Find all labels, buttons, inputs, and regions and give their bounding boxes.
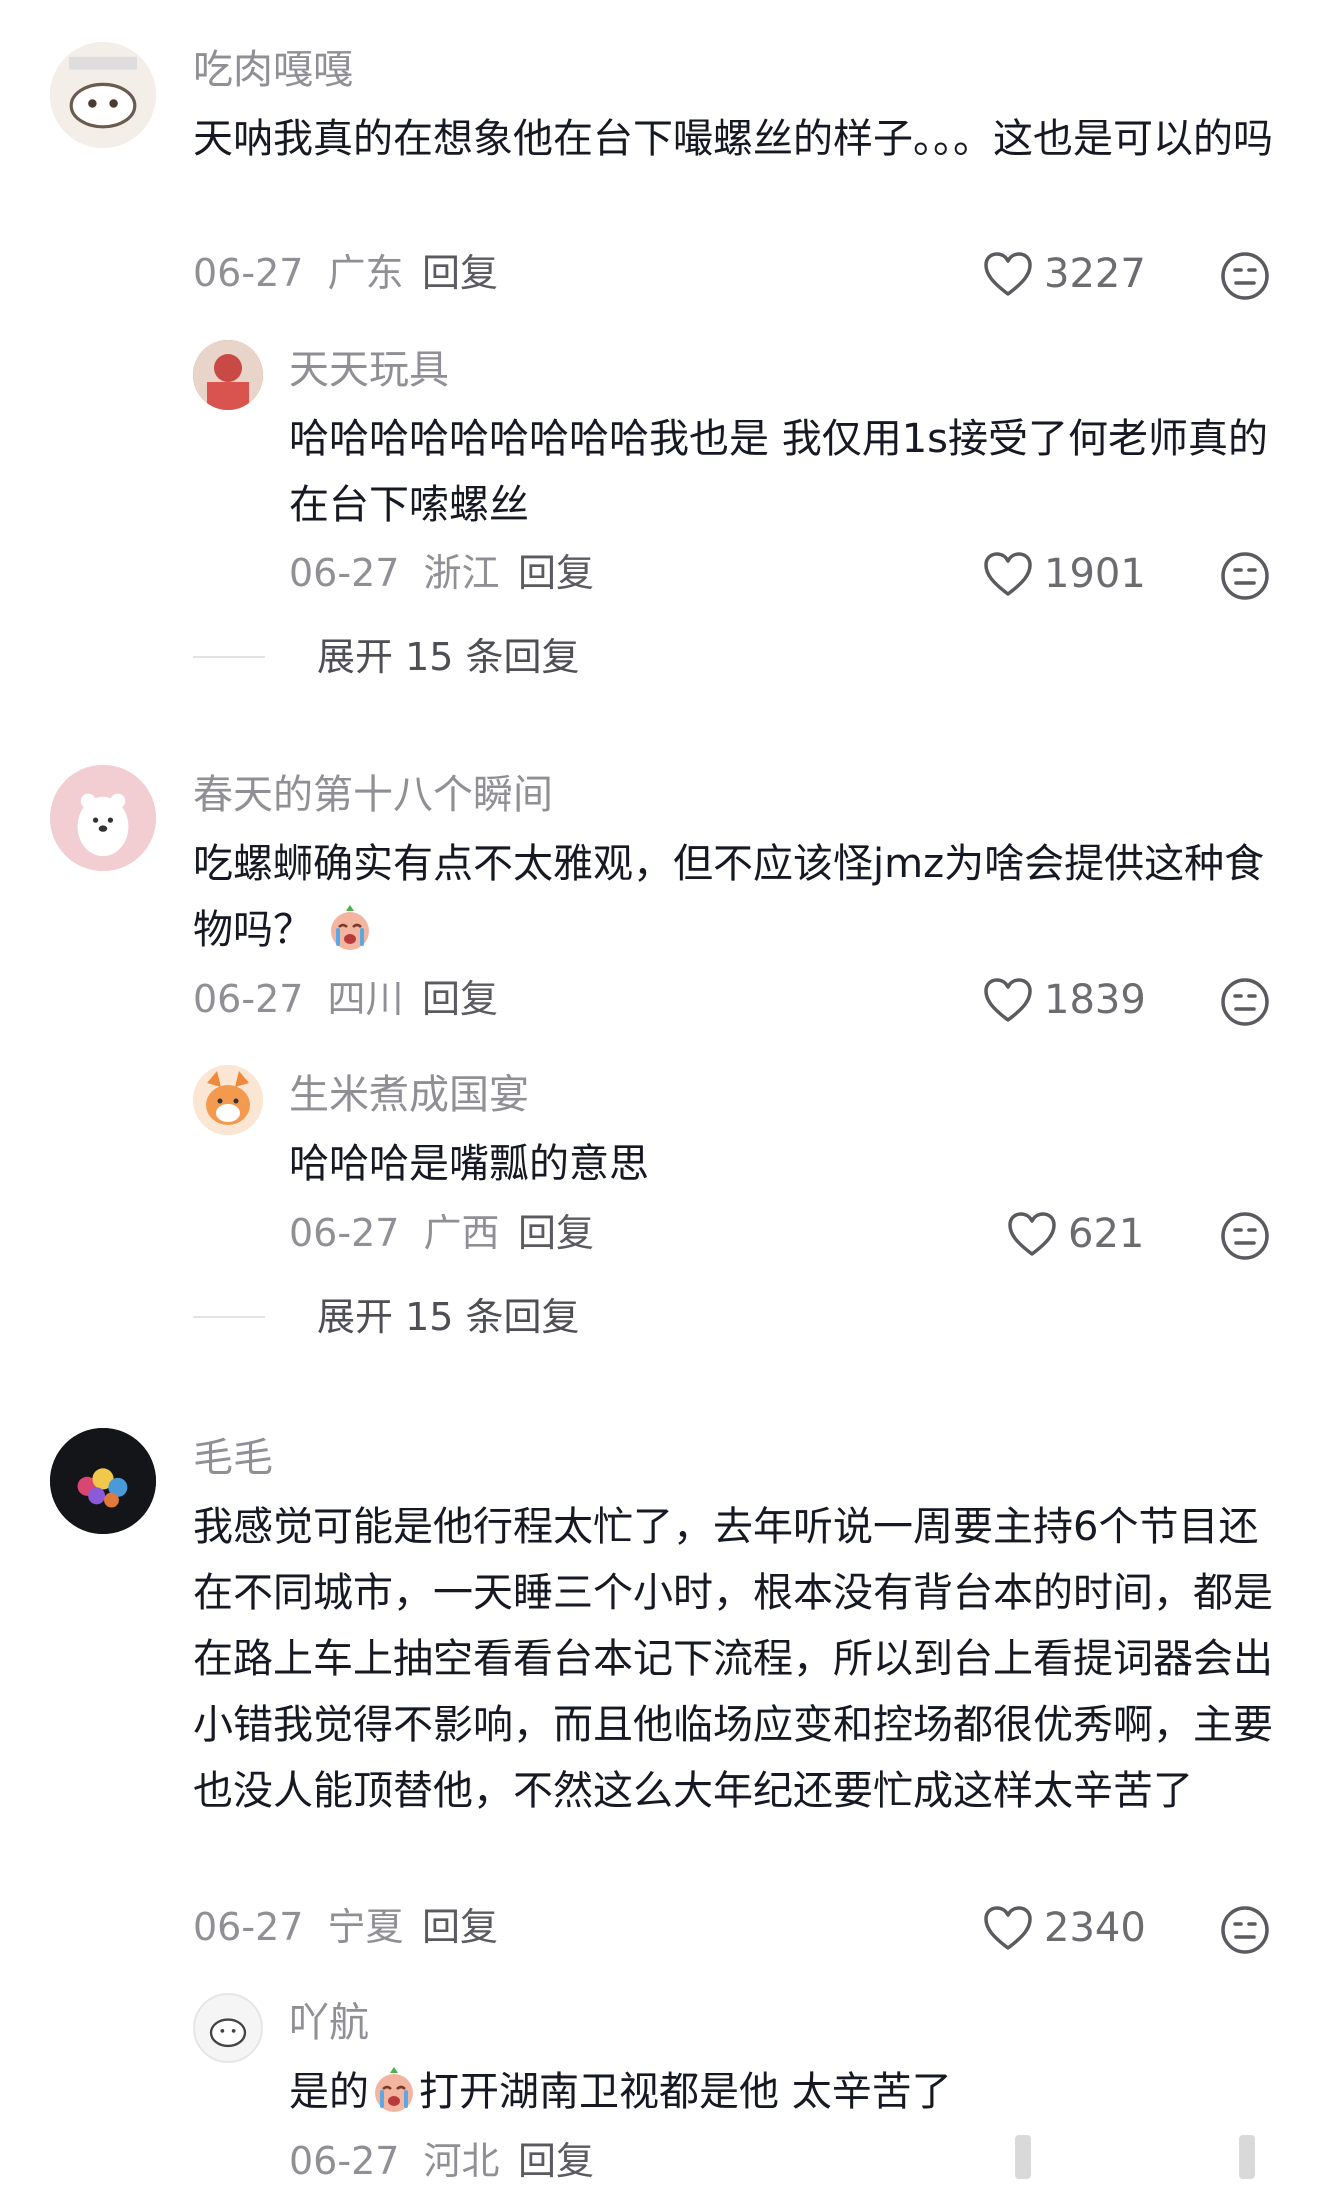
comment-date: 06-27: [193, 1905, 304, 1949]
reply-date: 06-27: [289, 2139, 400, 2183]
comment-location: 宁夏: [327, 1905, 404, 1949]
reply-meta: 06-27 河北: [289, 2142, 500, 2180]
reply-button[interactable]: 回复: [518, 554, 594, 592]
reply-button[interactable]: 回复: [518, 2142, 594, 2180]
like-button[interactable]: 3227: [982, 250, 1146, 298]
expand-replies-button[interactable]: 展开 15 条回复: [193, 1298, 580, 1336]
reply-button[interactable]: 回复: [422, 1908, 498, 1946]
like-button[interactable]: 1839: [982, 976, 1146, 1024]
meh-face-icon[interactable]: [1219, 976, 1271, 1028]
avatar[interactable]: [193, 1065, 263, 1135]
scroll-indicator-right: [1239, 2135, 1255, 2179]
comment-location: 四川: [327, 977, 404, 1021]
avatar[interactable]: [50, 42, 156, 148]
avatar[interactable]: [193, 340, 263, 410]
comment-meta: 06-27 四川: [193, 980, 404, 1018]
heart-outline-icon: [984, 1906, 1032, 1950]
comment-text: 天呐我真的在想象他在台下嘬螺丝的样子。。。这也是可以的吗: [193, 116, 1273, 162]
meh-face-icon[interactable]: [1219, 250, 1271, 302]
like-count: 1901: [1044, 551, 1146, 597]
like-count: 621: [1068, 1211, 1145, 1257]
reply-date: 06-27: [289, 1211, 400, 1255]
reply-meta: 06-27 广西: [289, 1214, 500, 1252]
heart-outline-icon: [984, 252, 1032, 296]
comment-date: 06-27: [193, 251, 304, 295]
username[interactable]: 吖航: [289, 2003, 369, 2043]
reply-text-after: 打开湖南卫视都是他 太辛苦了: [419, 2069, 952, 2115]
like-button[interactable]: 2340: [982, 1904, 1146, 1952]
expand-replies-button[interactable]: 展开 15 条回复: [193, 638, 580, 676]
reply-text: 哈哈哈是嘴瓢的意思: [289, 1141, 649, 1187]
comment-meta: 06-27 广东: [193, 254, 404, 292]
scroll-indicator-left: [1015, 2135, 1031, 2179]
username[interactable]: 毛毛: [193, 1438, 273, 1478]
heart-outline-icon: [984, 552, 1032, 596]
username[interactable]: 天天玩具: [289, 350, 449, 390]
meh-face-icon[interactable]: [1219, 1904, 1271, 1956]
crying-face-emoji: [331, 905, 369, 950]
avatar[interactable]: [50, 765, 156, 871]
reply-text: 是的 打开湖南卫视都是他 太辛苦了: [289, 2059, 1279, 2125]
like-count: 3227: [1044, 251, 1146, 297]
crying-face-emoji: [375, 2067, 413, 2112]
reply-button[interactable]: 回复: [422, 980, 498, 1018]
meh-face-icon[interactable]: [1219, 550, 1271, 602]
expand-label: 展开 15 条回复: [317, 635, 580, 679]
username[interactable]: 春天的第十八个瞬间: [193, 775, 553, 815]
comment-location: 广东: [327, 251, 404, 295]
divider: [193, 1316, 265, 1318]
username[interactable]: 吃肉嘎嘎: [193, 50, 353, 90]
like-button[interactable]: 1901: [982, 550, 1146, 598]
comment-text: 吃螺蛳确实有点不太雅观，但不应该怪jmz为啥会提供这种食物吗？: [193, 831, 1283, 963]
avatar[interactable]: [193, 1993, 263, 2063]
reply-location: 广西: [423, 1211, 500, 1255]
like-count: 1839: [1044, 977, 1146, 1023]
reply-button[interactable]: 回复: [422, 254, 498, 292]
comment-date: 06-27: [193, 977, 304, 1021]
like-button[interactable]: 621: [1006, 1210, 1144, 1258]
comment-meta: 06-27 宁夏: [193, 1908, 404, 1946]
reply-meta: 06-27 浙江: [289, 554, 500, 592]
comment-text: 我感觉可能是他行程太忙了，去年听说一周要主持6个节目还在不同城市，一天睡三个小时…: [193, 1504, 1273, 1814]
reply-location: 河北: [423, 2139, 500, 2183]
reply-date: 06-27: [289, 551, 400, 595]
reply-location: 浙江: [423, 551, 500, 595]
avatar[interactable]: [50, 1428, 156, 1534]
heart-outline-icon: [984, 978, 1032, 1022]
expand-label: 展开 15 条回复: [317, 1295, 580, 1339]
meh-face-icon[interactable]: [1219, 1210, 1271, 1262]
like-count: 2340: [1044, 1905, 1146, 1951]
username[interactable]: 生米煮成国宴: [289, 1075, 529, 1115]
divider: [193, 656, 265, 658]
reply-text-before: 是的: [289, 2069, 369, 2115]
heart-outline-icon: [1008, 1212, 1056, 1256]
reply-button[interactable]: 回复: [518, 1214, 594, 1252]
reply-text: 哈哈哈哈哈哈哈哈哈我也是 我仅用1s接受了何老师真的在台下嗦螺丝: [289, 416, 1269, 528]
